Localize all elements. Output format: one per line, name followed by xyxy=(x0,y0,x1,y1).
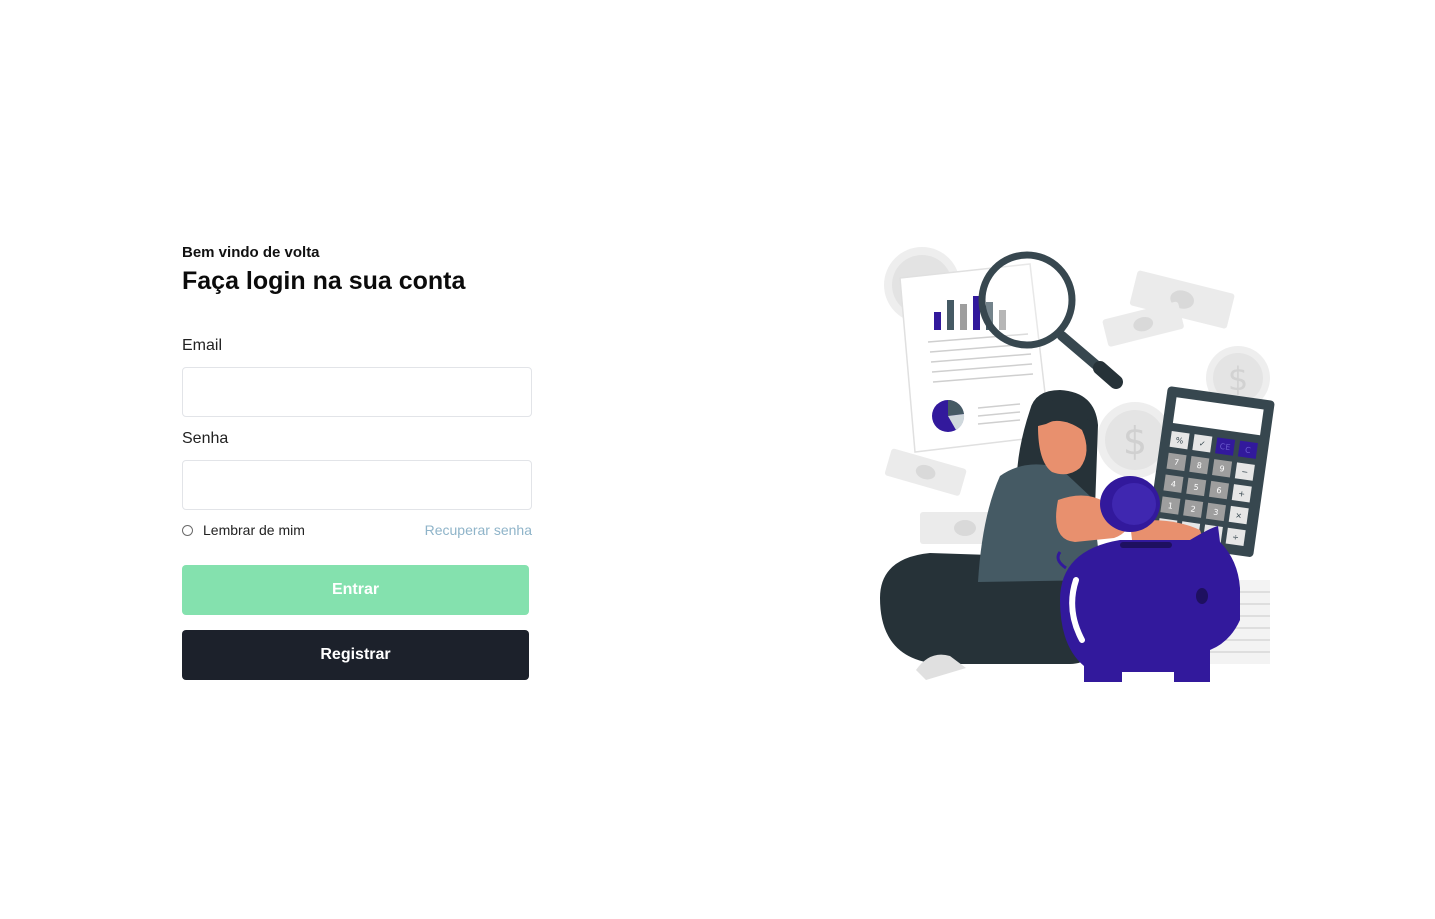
email-label: Email xyxy=(182,337,223,354)
remember-me-radio[interactable] xyxy=(182,524,193,536)
remember-me-label: Lembrar de mim xyxy=(203,522,305,538)
password-label: Senha xyxy=(182,430,229,447)
savings-illustration-svg: $ $ % ✓ CE C 7 8 9 − 4 5 6 + 1 2 3 × ÷ xyxy=(880,247,1275,682)
banknote-icon xyxy=(884,448,967,496)
recover-password-link[interactable]: Recuperar senha xyxy=(425,522,532,538)
svg-text:−: − xyxy=(1241,467,1249,477)
svg-text:+: + xyxy=(1238,489,1246,499)
password-input[interactable] xyxy=(182,460,532,510)
login-button[interactable]: Entrar xyxy=(182,565,529,615)
svg-text:$: $ xyxy=(1123,419,1147,463)
svg-text:÷: ÷ xyxy=(1232,532,1240,542)
svg-text:×: × xyxy=(1235,511,1243,521)
login-page: Bem vindo de volta Faça login na sua con… xyxy=(0,0,1435,919)
welcome-text: Bem vindo de volta xyxy=(182,244,320,261)
svg-text:✓: ✓ xyxy=(1198,439,1206,449)
register-button[interactable]: Registrar xyxy=(182,630,529,680)
login-form: Bem vindo de volta Faça login na sua con… xyxy=(182,244,532,680)
page-title: Faça login na sua conta xyxy=(182,267,466,295)
svg-text:CE: CE xyxy=(1219,442,1231,452)
savings-illustration: $ $ % ✓ CE C 7 8 9 − 4 5 6 + 1 2 3 × ÷ xyxy=(870,240,1290,690)
coin-icon xyxy=(1100,476,1160,532)
svg-text:$: $ xyxy=(1228,360,1248,398)
email-input[interactable] xyxy=(182,367,532,417)
remember-me-checkbox[interactable]: Lembrar de mim xyxy=(182,522,305,538)
options-row: Lembrar de mim Recuperar senha xyxy=(182,522,532,538)
